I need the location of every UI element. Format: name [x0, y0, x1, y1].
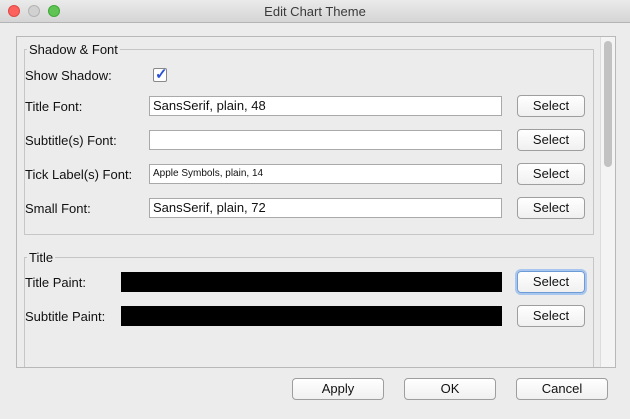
subtitle-font-label: Subtitle(s) Font:: [25, 133, 117, 148]
show-shadow-checkbox[interactable]: ✓: [153, 66, 168, 83]
scrollbar-thumb[interactable]: [604, 41, 612, 167]
ok-button[interactable]: OK: [404, 378, 496, 400]
subtitle-paint-select-button[interactable]: Select: [517, 305, 585, 327]
checkmark-icon: ✓: [155, 66, 168, 83]
subtitle-font-field[interactable]: [149, 130, 502, 150]
title-group-title: Title: [27, 250, 56, 265]
shadow-font-group-title: Shadow & Font: [27, 42, 120, 57]
edit-chart-theme-dialog: Edit Chart Theme Shadow & Font Show Shad…: [0, 0, 630, 419]
title-group: Title Title Paint: Select Subtitle Paint…: [24, 250, 594, 367]
title-paint-swatch[interactable]: [121, 272, 502, 292]
window-title: Edit Chart Theme: [264, 4, 366, 19]
tick-label-font-label: Tick Label(s) Font:: [25, 167, 133, 182]
title-font-select-button[interactable]: Select: [517, 95, 585, 117]
subtitle-paint-swatch[interactable]: [121, 306, 502, 326]
tick-label-font-field[interactable]: Apple Symbols, plain, 14: [149, 164, 502, 184]
vertical-scrollbar[interactable]: [600, 37, 615, 367]
show-shadow-label: Show Shadow:: [25, 68, 112, 83]
title-font-field[interactable]: SansSerif, plain, 48: [149, 96, 502, 116]
title-paint-select-button[interactable]: Select: [517, 271, 585, 293]
small-font-field[interactable]: SansSerif, plain, 72: [149, 198, 502, 218]
apply-button[interactable]: Apply: [292, 378, 384, 400]
title-bar: Edit Chart Theme: [0, 0, 630, 23]
small-font-select-button[interactable]: Select: [517, 197, 585, 219]
subtitle-paint-label: Subtitle Paint:: [25, 309, 106, 324]
shadow-font-group: Shadow & Font Show Shadow: ✓ Title Font:…: [24, 42, 594, 235]
small-font-label: Small Font:: [25, 201, 91, 216]
theme-scroll-pane[interactable]: Shadow & Font Show Shadow: ✓ Title Font:…: [16, 36, 616, 368]
subtitle-font-select-button[interactable]: Select: [517, 129, 585, 151]
tick-label-font-select-button[interactable]: Select: [517, 163, 585, 185]
title-font-label: Title Font:: [25, 99, 83, 114]
title-paint-label: Title Paint:: [25, 275, 86, 290]
cancel-button[interactable]: Cancel: [516, 378, 608, 400]
